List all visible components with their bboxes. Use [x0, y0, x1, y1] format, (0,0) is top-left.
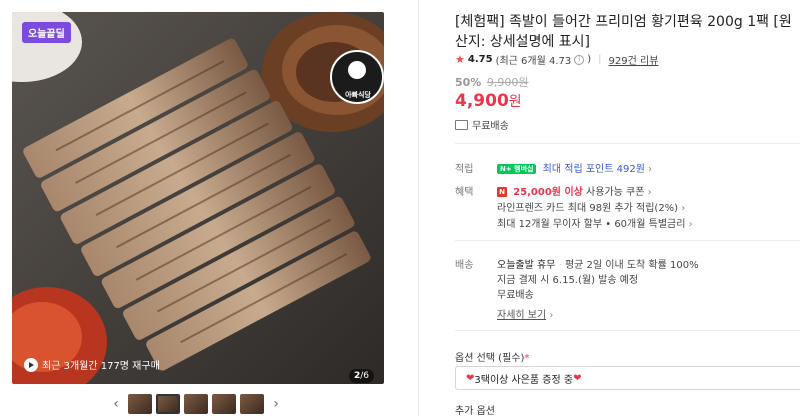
option-label: 옵션 선택 (필수)*	[455, 349, 529, 364]
review-count-link[interactable]: 929건 리뷰	[609, 52, 659, 67]
image-counter-current: 2	[353, 371, 361, 381]
shipping-text: 무료배송	[472, 121, 509, 132]
product-main-image[interactable]: 오늘끝딜 아빠식당 최근 3개월간 177명 재구매 2/6	[12, 12, 384, 384]
divider	[455, 240, 800, 241]
chevron-left-icon[interactable]: ‹	[108, 394, 124, 414]
thumbnail[interactable]	[240, 394, 264, 414]
rating-recent-close: )	[587, 54, 592, 65]
heart-icon: ❤	[466, 372, 475, 384]
points-text: 최대 적립 포인트 492원	[542, 164, 645, 175]
option-selected-text: 3택이상 사은품 증정 중	[474, 374, 574, 386]
product-title: [체험팩] 족발이 들어간 프리미엄 황기편육 200g 1팩 [원산지: 상세…	[455, 14, 792, 50]
card-benefit-text: 라인프렌즈 카드 최대 98원 추가 적립(2%)	[497, 203, 679, 214]
today-text: 평균 2일 이내 도착 확률 100%	[564, 260, 699, 271]
delivery-fee: 무료배송	[497, 290, 534, 301]
additional-option-label: 추가 옵션	[455, 406, 495, 417]
delivery-detail-link[interactable]: 자세히 보기 ›	[497, 306, 553, 321]
chevron-right-icon: ›	[681, 203, 686, 214]
today-label: 오늘출발 휴무	[497, 260, 556, 271]
coupon-row[interactable]: N 25,000원 이상 사용가능 쿠폰 ›	[497, 183, 652, 198]
brand-stamp-label: 아빠식당	[345, 91, 371, 99]
image-counter-total: 6	[363, 371, 369, 381]
delivery-label: 배송	[455, 260, 474, 271]
today-shipping-row: 오늘출발 휴무 · 평균 2일 이내 도착 확률 100%	[497, 256, 699, 271]
discount-rate: 50%	[455, 76, 482, 89]
rating-row: ★ 4.75 (최근 6개월 4.73 i) | 929건 리뷰	[455, 52, 658, 67]
original-price: 9,900원	[486, 76, 529, 89]
heart-icon: ❤	[573, 372, 582, 384]
n-coupon-icon: N	[497, 187, 507, 197]
card-benefit-row[interactable]: 라인프렌즈 카드 최대 98원 추가 적립(2%) ›	[497, 199, 685, 214]
column-divider	[418, 0, 419, 416]
sale-price-unit: 원	[508, 94, 522, 110]
divider	[455, 330, 800, 331]
repurchase-note: 최근 3개월간 177명 재구매	[24, 357, 160, 372]
chevron-right-icon: ›	[648, 164, 653, 175]
sale-price: 4,900원	[455, 91, 522, 111]
npay-membership-badge: N+ 멤버십	[497, 164, 537, 174]
dispatch-text: 지금 결제 시 6.15.(월) 발송 예정	[497, 275, 639, 286]
sale-price-value: 4,900	[455, 91, 509, 111]
info-icon[interactable]: i	[574, 54, 585, 65]
benefit-label: 혜택	[455, 187, 474, 198]
image-counter: 2/6	[348, 369, 374, 383]
option-label-text: 옵션 선택	[455, 353, 495, 364]
coupon-amount: 25,000원 이상	[513, 187, 583, 198]
truck-icon	[455, 119, 468, 130]
installment-text: 최대 12개월 무이자 할부 • 60개월 특별금리	[497, 219, 686, 230]
star-icon: ★	[455, 53, 465, 66]
divider	[455, 143, 800, 144]
thumbnail[interactable]	[212, 394, 236, 414]
detail-link-text: 자세히 보기	[497, 310, 547, 321]
separator: |	[598, 54, 602, 65]
option-select[interactable]: ❤ 3택이상 사은품 증정 중 ❤	[455, 366, 800, 390]
chevron-right-icon: ›	[549, 310, 554, 321]
points-row[interactable]: N+ 멤버십 최대 적립 포인트 492원 ›	[497, 160, 652, 175]
food-photo	[12, 12, 384, 384]
rating-recent: (최근 6개월 4.73	[495, 56, 572, 67]
points-label: 적립	[455, 164, 474, 175]
coupon-text: 사용가능 쿠폰	[586, 187, 645, 198]
discount-line: 50% 9,900원	[455, 74, 528, 90]
shipping-info: 무료배송	[455, 117, 509, 132]
rating-value: 4.75	[467, 54, 493, 65]
installment-row[interactable]: 최대 12개월 무이자 할부 • 60개월 특별금리 ›	[497, 215, 693, 230]
thumbnail[interactable]	[184, 394, 208, 414]
today-deal-badge: 오늘끝딜	[22, 22, 71, 43]
chevron-right-icon: ›	[688, 219, 693, 230]
repurchase-text: 최근 3개월간 177명 재구매	[42, 361, 160, 372]
thumbnail[interactable]	[128, 394, 152, 414]
thumbnail-active[interactable]	[156, 394, 180, 414]
play-icon	[24, 357, 38, 372]
required-mark: *	[524, 353, 530, 364]
chevron-right-icon[interactable]: ›	[268, 394, 284, 414]
chevron-right-icon: ›	[647, 187, 652, 198]
option-required: (필수)	[498, 353, 525, 364]
thumbnail-strip: ‹ ›	[108, 394, 284, 414]
